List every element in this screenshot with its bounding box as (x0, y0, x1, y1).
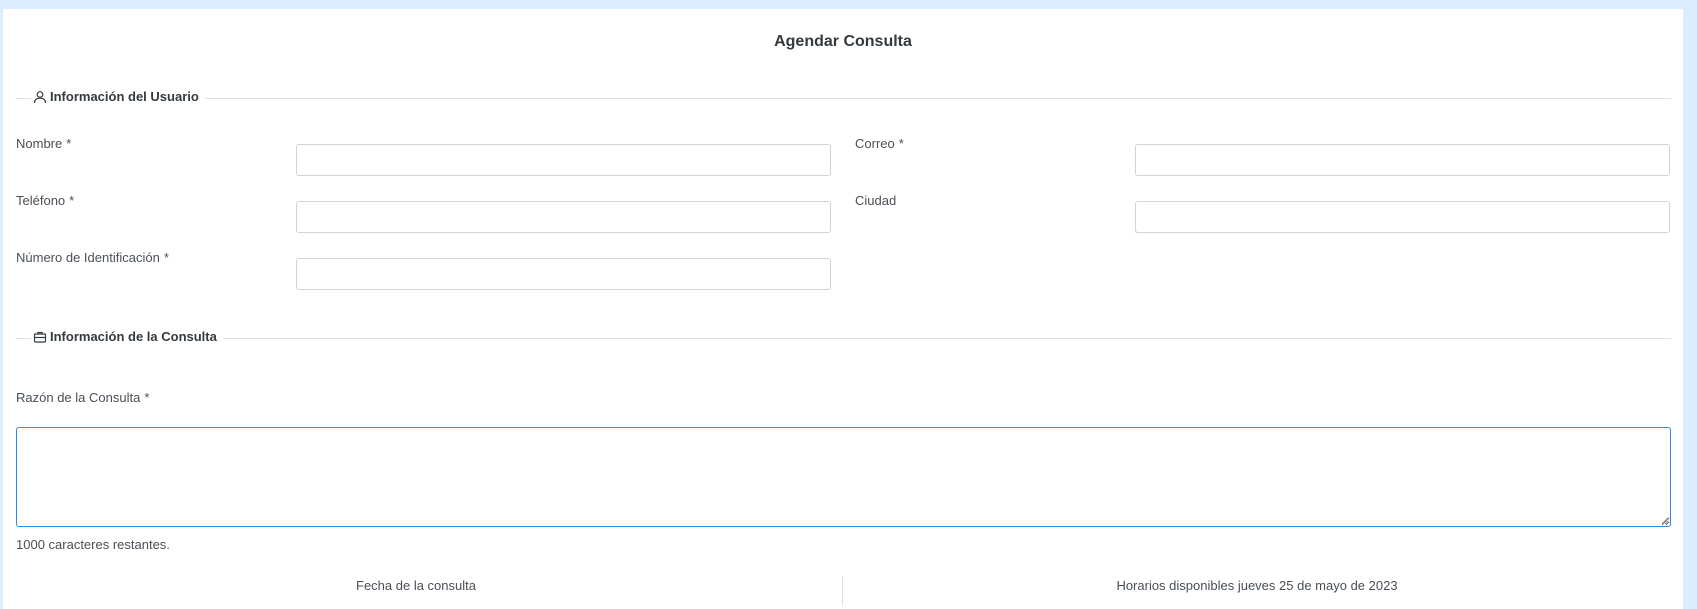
window-edge (1683, 0, 1697, 589)
nombre-label: Nombre * (16, 136, 72, 151)
user-info-section-header: Información del Usuario (15, 89, 1671, 109)
razon-textarea[interactable] (16, 427, 1671, 527)
resize-grip-icon[interactable] (1660, 516, 1669, 525)
correo-input[interactable] (1135, 144, 1670, 176)
consult-info-title: Información de la Consulta (50, 329, 217, 344)
appointment-form-card: Agendar Consulta Información del Usuario… (3, 9, 1683, 609)
user-icon (33, 90, 47, 104)
telefono-label: Teléfono * (16, 193, 75, 208)
ciudad-input[interactable] (1135, 201, 1670, 233)
telefono-input[interactable] (296, 201, 831, 233)
char-counter: 1000 caracteres restantes. (16, 537, 170, 552)
user-info-title: Información del Usuario (50, 89, 199, 104)
identificacion-input[interactable] (296, 258, 831, 290)
section-divider (15, 98, 1671, 99)
briefcase-icon (33, 330, 47, 344)
correo-label: Correo * (855, 136, 904, 151)
fecha-consulta-label: Fecha de la consulta (356, 578, 476, 593)
razon-label: Razón de la Consulta * (16, 390, 150, 405)
consult-info-section-header: Información de la Consulta (15, 329, 1671, 349)
consult-info-legend: Información de la Consulta (31, 329, 223, 344)
horarios-label: Horarios disponibles jueves 25 de mayo d… (1116, 578, 1398, 593)
identificacion-label: Número de Identificación * (16, 250, 169, 265)
form-title: Agendar Consulta (774, 33, 912, 50)
ciudad-label: Ciudad (855, 193, 897, 208)
user-info-legend: Información del Usuario (31, 89, 205, 104)
nombre-input[interactable] (296, 144, 831, 176)
section-divider (15, 338, 1671, 339)
